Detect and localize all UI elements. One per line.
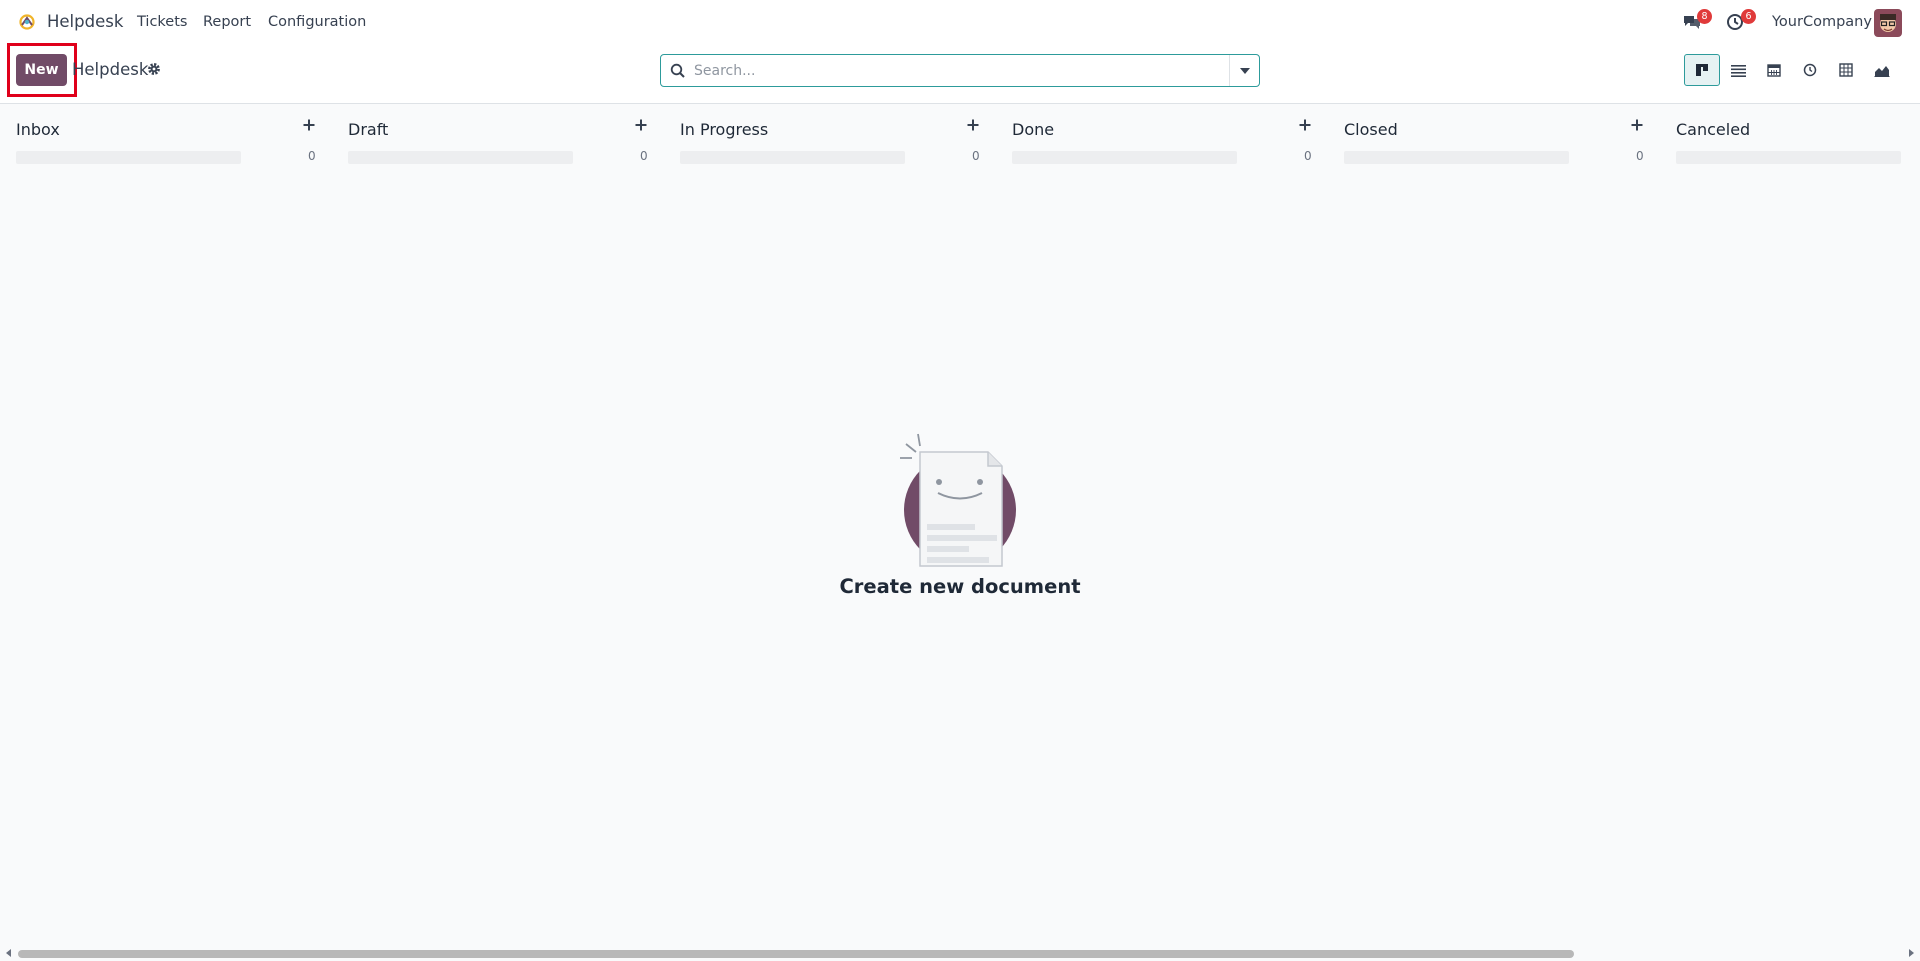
table-icon: [1839, 63, 1853, 77]
calendar-view-button[interactable]: [1756, 54, 1792, 86]
kanban-column-inbox: Inbox 0: [16, 104, 316, 164]
breadcrumb: Helpdesk: [72, 60, 149, 79]
top-navbar: Helpdesk Tickets Report Configuration 8 …: [0, 0, 1920, 46]
progress-bar: [680, 151, 905, 164]
column-title: Inbox: [16, 120, 60, 139]
progress-bar: [16, 151, 241, 164]
plus-icon[interactable]: [1630, 118, 1644, 132]
activities-badge: 6: [1741, 9, 1756, 24]
column-title: Closed: [1344, 120, 1398, 139]
avatar-image: [1874, 9, 1902, 37]
scrollbar-thumb[interactable]: [18, 950, 1574, 958]
plus-icon[interactable]: [966, 118, 980, 132]
progress-bar: [348, 151, 573, 164]
scroll-right-arrow-icon[interactable]: [1906, 948, 1916, 958]
calendar-icon: [1767, 64, 1781, 77]
search-icon: [670, 63, 685, 78]
activity-view-button[interactable]: [1792, 54, 1828, 86]
plus-icon[interactable]: [634, 118, 648, 132]
column-count: 0: [972, 149, 980, 163]
activities-button[interactable]: 6: [1726, 9, 1756, 33]
messages-button[interactable]: 8: [1682, 9, 1712, 33]
column-count: 0: [640, 149, 648, 163]
area-chart-icon: [1874, 65, 1890, 77]
kanban-column-in-progress: In Progress 0: [680, 104, 980, 164]
new-button-highlight: [7, 43, 77, 97]
app-name[interactable]: Helpdesk: [47, 12, 123, 31]
menu-report[interactable]: Report: [203, 14, 251, 30]
gear-icon[interactable]: [147, 62, 161, 76]
plus-icon[interactable]: [302, 118, 316, 132]
column-title: Done: [1012, 120, 1055, 139]
column-count: 0: [308, 149, 316, 163]
kanban-column-canceled: Canceled: [1676, 104, 1916, 164]
search-input[interactable]: [694, 56, 1214, 85]
clock-icon: [1803, 63, 1817, 77]
view-switcher: [1684, 54, 1900, 86]
search-options-toggle[interactable]: [1229, 55, 1259, 86]
helpdesk-app-icon[interactable]: [18, 13, 36, 31]
pivot-view-button[interactable]: [1828, 54, 1864, 86]
messages-badge: 8: [1697, 9, 1712, 24]
column-title: In Progress: [680, 120, 769, 139]
empty-state-title: Create new document: [839, 575, 1081, 598]
empty-document-illustration: [900, 433, 1016, 567]
kanban-icon: [1696, 64, 1708, 76]
list-view-button[interactable]: [1720, 54, 1756, 86]
column-count: 0: [1636, 149, 1644, 163]
column-title: Canceled: [1676, 120, 1751, 139]
column-count: 0: [1304, 149, 1312, 163]
progress-bar: [1012, 151, 1237, 164]
column-title: Draft: [348, 120, 389, 139]
plus-icon[interactable]: [1298, 118, 1312, 132]
search-bar: [660, 54, 1260, 87]
kanban-view-button[interactable]: [1684, 54, 1720, 86]
kanban-column-done: Done 0: [1012, 104, 1312, 164]
kanban-column-draft: Draft 0: [348, 104, 648, 164]
progress-bar: [1344, 151, 1569, 164]
kanban-column-closed: Closed 0: [1344, 104, 1644, 164]
menu-tickets[interactable]: Tickets: [137, 14, 187, 30]
progress-bar: [1676, 151, 1901, 164]
scroll-left-arrow-icon[interactable]: [4, 948, 14, 958]
company-switcher[interactable]: YourCompany: [1772, 14, 1872, 30]
menu-configuration[interactable]: Configuration: [268, 14, 366, 30]
caret-down-icon: [1239, 67, 1250, 74]
list-icon: [1730, 64, 1746, 77]
graph-view-button[interactable]: [1864, 54, 1900, 86]
user-avatar[interactable]: [1874, 9, 1902, 37]
